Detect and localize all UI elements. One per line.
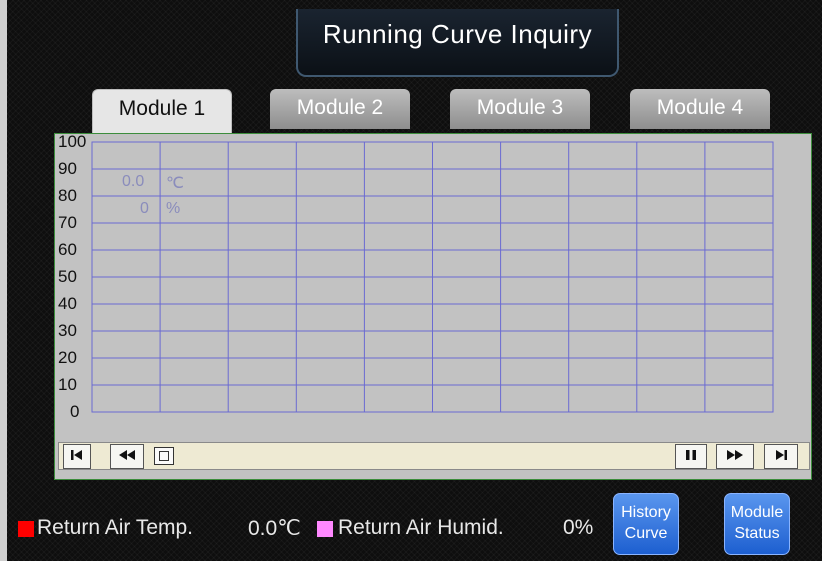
chart-grid xyxy=(91,141,774,413)
skip-to-start-button[interactable] xyxy=(63,444,91,469)
skip-to-start-icon xyxy=(71,450,82,460)
temp-legend-swatch xyxy=(18,521,34,537)
y-tick-label: 100 xyxy=(58,132,87,151)
history-curve-line-1: History xyxy=(621,504,671,521)
skip-to-end-icon xyxy=(776,450,787,460)
temp-legend-label: Return Air Temp. xyxy=(37,516,194,539)
history-curve-button[interactable]: History Curve xyxy=(613,493,679,555)
y-tick-label: 40 xyxy=(58,294,77,313)
fast-forward-icon xyxy=(727,450,743,460)
scrollbar-thumb[interactable] xyxy=(154,447,174,465)
module-status-line-1: Module xyxy=(730,504,784,521)
humid-legend-label: Return Air Humid. xyxy=(338,516,504,539)
temp-readout-value: 0.0 xyxy=(122,173,145,190)
y-tick-label: 10 xyxy=(58,375,77,394)
y-tick-label: 50 xyxy=(58,267,77,286)
y-tick-label: 80 xyxy=(58,186,77,205)
temp-readout-unit: ℃ xyxy=(166,175,184,192)
y-tick-label: 0 xyxy=(70,402,80,421)
rewind-icon xyxy=(119,450,135,460)
humid-readout-value: 0 xyxy=(140,200,149,217)
y-tick-label: 70 xyxy=(58,213,77,232)
temp-legend-value: 0.0℃ xyxy=(248,517,301,540)
pause-button[interactable] xyxy=(675,444,707,469)
module-status-line-2: Status xyxy=(734,525,780,542)
humid-readout-unit: % xyxy=(166,200,181,217)
y-tick-label: 60 xyxy=(58,240,77,259)
fast-forward-button[interactable] xyxy=(716,444,754,469)
rewind-button[interactable] xyxy=(110,444,144,469)
history-curve-line-2: Curve xyxy=(624,525,668,542)
pause-icon xyxy=(686,450,696,460)
thumb-grip-icon xyxy=(159,451,169,461)
module-status-button[interactable]: Module Status xyxy=(724,493,790,555)
humid-legend-swatch xyxy=(317,521,333,537)
skip-to-end-button[interactable] xyxy=(764,444,798,469)
y-tick-label: 90 xyxy=(58,159,77,178)
y-tick-label: 20 xyxy=(58,348,77,367)
humid-legend-value: 0% xyxy=(563,516,594,539)
y-tick-label: 30 xyxy=(58,321,77,340)
